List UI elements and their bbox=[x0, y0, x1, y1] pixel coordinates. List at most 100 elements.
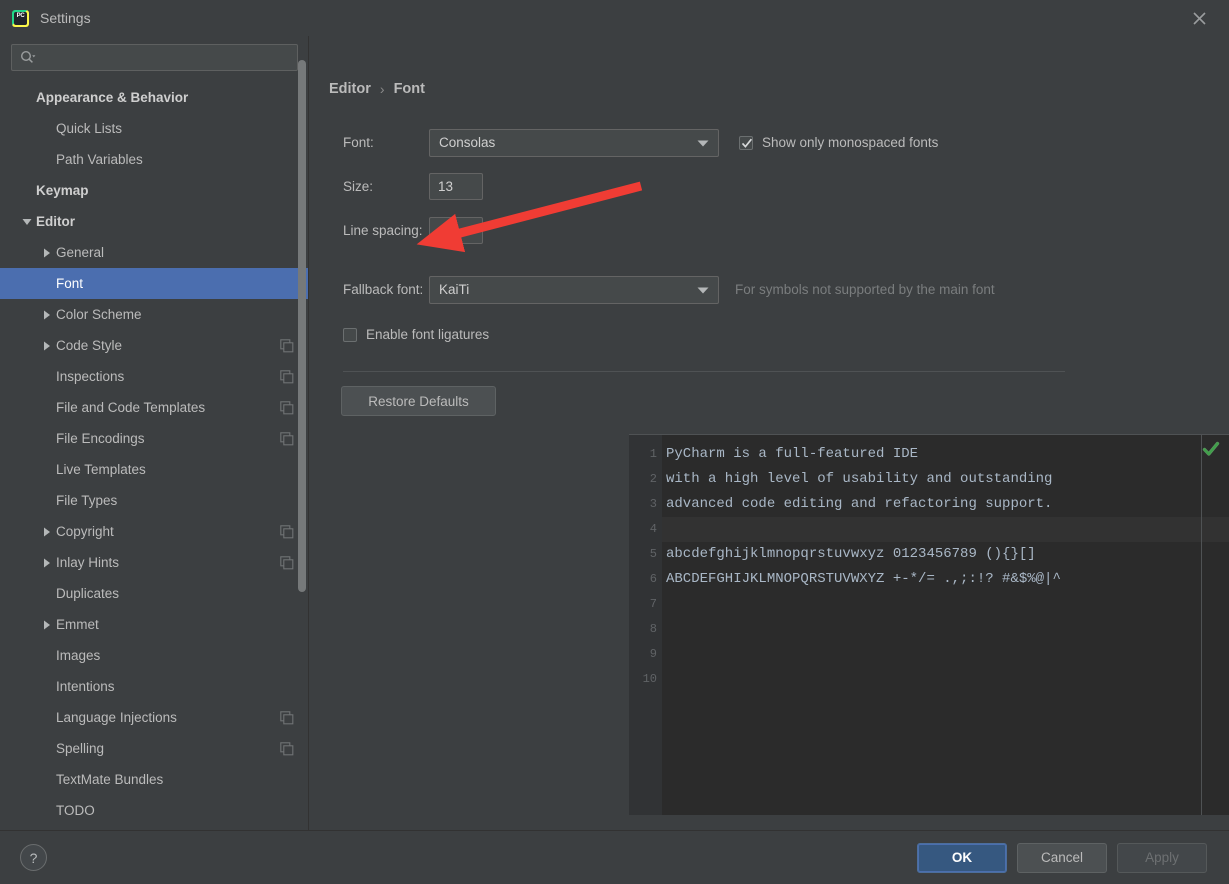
sidebar-item-copyright[interactable]: Copyright bbox=[0, 516, 308, 547]
sidebar-item-label: TODO bbox=[56, 803, 95, 818]
editor-line-number-gutter: 1 2 3 4 5 6 7 8 9 10 bbox=[629, 435, 662, 815]
code-line: ABCDEFGHIJKLMNOPQRSTUVWXYZ +-*/= .,;:!? … bbox=[666, 571, 1061, 587]
sidebar-item-todo[interactable]: TODO bbox=[0, 795, 308, 826]
sidebar-item-keymap[interactable]: Keymap bbox=[0, 175, 308, 206]
sidebar-item-inspections[interactable]: Inspections bbox=[0, 361, 308, 392]
dialog-body: Appearance & Behavior Quick Lists Path Var… bbox=[0, 36, 1229, 830]
copy-settings-icon[interactable] bbox=[280, 524, 294, 539]
sidebar-item-label: Intentions bbox=[56, 679, 115, 694]
sidebar-item-label: Language Injections bbox=[56, 710, 177, 725]
triangle-right-icon[interactable] bbox=[38, 310, 56, 320]
triangle-down-icon[interactable] bbox=[18, 218, 36, 226]
restore-defaults-button[interactable]: Restore Defaults bbox=[341, 386, 496, 416]
sidebar-item-duplicates[interactable]: Duplicates bbox=[0, 578, 308, 609]
triangle-right-icon[interactable] bbox=[38, 558, 56, 568]
fallback-font-select[interactable]: KaiTi bbox=[429, 275, 719, 304]
line-number: 10 bbox=[642, 672, 657, 686]
ok-button[interactable]: OK bbox=[917, 842, 1007, 873]
font-preview-editor[interactable]: 1 2 3 4 5 6 7 8 9 10 PyCharm is a full-featured I… bbox=[629, 434, 1229, 815]
footer-button-group: OK Cancel Apply bbox=[917, 842, 1207, 873]
sidebar-item-textmate-bundles[interactable]: TextMate Bundles bbox=[0, 764, 308, 795]
triangle-right-icon[interactable] bbox=[38, 527, 56, 537]
sidebar-item-intentions[interactable]: Intentions bbox=[0, 671, 308, 702]
sidebar-item-file-types[interactable]: File Types bbox=[0, 485, 308, 516]
sidebar-item-language-injections[interactable]: Language Injections bbox=[0, 702, 308, 733]
editor-code-area[interactable]: PyCharm is a full-featured IDE with a hig… bbox=[662, 435, 1229, 815]
sidebar-scrollbar-thumb[interactable] bbox=[298, 59, 306, 592]
sidebar-item-label: Images bbox=[56, 648, 101, 663]
sidebar-item-label: Editor bbox=[36, 214, 75, 229]
copy-settings-icon[interactable] bbox=[280, 741, 294, 756]
sidebar-item-emmet[interactable]: Emmet bbox=[0, 609, 308, 640]
copy-settings-icon[interactable] bbox=[280, 555, 294, 570]
sidebar-item-general[interactable]: General bbox=[0, 237, 308, 268]
sidebar-item-spelling[interactable]: Spelling bbox=[0, 733, 308, 764]
sidebar-item-quick-lists[interactable]: Quick Lists bbox=[0, 113, 308, 144]
sidebar-item-appearance-behavior[interactable]: Appearance & Behavior bbox=[0, 82, 308, 113]
sidebar-item-label: General bbox=[56, 245, 105, 260]
line-spacing-input[interactable] bbox=[429, 217, 483, 244]
line-number: 3 bbox=[649, 497, 657, 511]
sidebar-item-label: Inspections bbox=[56, 369, 125, 384]
sidebar-item-label: Appearance & Behavior bbox=[36, 90, 189, 105]
sidebar-item-inlay-hints[interactable]: Inlay Hints bbox=[0, 547, 308, 578]
dialog-footer: ? OK Cancel Apply bbox=[0, 830, 1229, 884]
breadcrumb-parent[interactable]: Editor bbox=[329, 81, 371, 97]
cancel-button[interactable]: Cancel bbox=[1017, 842, 1107, 873]
code-line: abcdefghijklmnopqrstuvwxyz 0123456789 ()… bbox=[666, 546, 1036, 562]
monospaced-checkbox-row[interactable]: Show only monospaced fonts bbox=[739, 135, 938, 150]
close-icon[interactable] bbox=[1177, 0, 1221, 36]
font-family-select[interactable]: Consolas bbox=[429, 128, 719, 157]
sidebar-item-label: Copyright bbox=[56, 524, 114, 539]
code-line: with a high level of usability and outst… bbox=[666, 471, 1053, 487]
fallback-font-row: Fallback font: KaiTi For symbols not sup… bbox=[322, 275, 1229, 304]
copy-settings-icon[interactable] bbox=[280, 338, 294, 353]
sidebar-item-images[interactable]: Images bbox=[0, 640, 308, 671]
sidebar-item-label: Quick Lists bbox=[56, 121, 123, 136]
font-family-value: Consolas bbox=[439, 135, 496, 150]
sidebar-item-file-and-code-templates[interactable]: File and Code Templates bbox=[0, 392, 308, 423]
ligatures-checkbox[interactable] bbox=[343, 327, 357, 342]
sidebar-item-font[interactable]: Font bbox=[0, 268, 308, 299]
copy-settings-icon[interactable] bbox=[280, 431, 294, 446]
copy-settings-icon[interactable] bbox=[280, 710, 294, 725]
ligatures-checkbox-row[interactable]: Enable font ligatures bbox=[343, 327, 1229, 342]
sidebar-item-label: TextMate Bundles bbox=[56, 772, 164, 787]
triangle-right-icon[interactable] bbox=[38, 248, 56, 258]
title-bar: PC Settings bbox=[0, 0, 1229, 36]
sidebar-item-color-scheme[interactable]: Color Scheme bbox=[0, 299, 308, 330]
copy-settings-icon[interactable] bbox=[280, 369, 294, 384]
sidebar-item-live-templates[interactable]: Live Templates bbox=[0, 454, 308, 485]
apply-button[interactable]: Apply bbox=[1117, 842, 1207, 873]
monospaced-checkbox[interactable] bbox=[739, 135, 753, 150]
search-input[interactable] bbox=[37, 45, 297, 70]
sidebar-item-path-variables[interactable]: Path Variables bbox=[0, 144, 308, 175]
size-row: Size: bbox=[322, 172, 1229, 201]
line-number: 7 bbox=[649, 597, 657, 611]
breadcrumb-current: Font bbox=[393, 81, 425, 97]
search-icon bbox=[20, 50, 37, 65]
sidebar-item-label: Duplicates bbox=[56, 586, 120, 601]
settings-main-panel: Editor › Font Font: Consolas Show only m… bbox=[309, 36, 1229, 830]
fallback-font-value: KaiTi bbox=[439, 282, 470, 297]
sidebar-item-label: File and Code Templates bbox=[56, 400, 206, 415]
triangle-right-icon[interactable] bbox=[38, 341, 56, 351]
line-number: 2 bbox=[649, 472, 657, 486]
help-icon[interactable]: ? bbox=[20, 844, 47, 871]
sidebar-item-file-encodings[interactable]: File Encodings bbox=[0, 423, 308, 454]
size-input[interactable] bbox=[429, 173, 483, 200]
sidebar-item-label: Spelling bbox=[56, 741, 105, 756]
sidebar-item-editor[interactable]: Editor bbox=[0, 206, 308, 237]
search-box[interactable] bbox=[11, 44, 298, 71]
sidebar-item-label: Inlay Hints bbox=[56, 555, 120, 570]
line-number: 9 bbox=[649, 647, 657, 661]
inspection-ok-checkmark-icon[interactable] bbox=[1202, 440, 1220, 458]
triangle-right-icon[interactable] bbox=[38, 620, 56, 630]
sidebar-item-label: Font bbox=[56, 276, 84, 291]
copy-settings-icon[interactable] bbox=[280, 400, 294, 415]
size-label: Size: bbox=[343, 179, 374, 194]
settings-tree[interactable]: Appearance & Behavior Quick Lists Path Var… bbox=[0, 80, 308, 830]
sidebar-item-code-style[interactable]: Code Style bbox=[0, 330, 308, 361]
font-row: Font: Consolas Show only monospaced font… bbox=[322, 128, 1229, 157]
